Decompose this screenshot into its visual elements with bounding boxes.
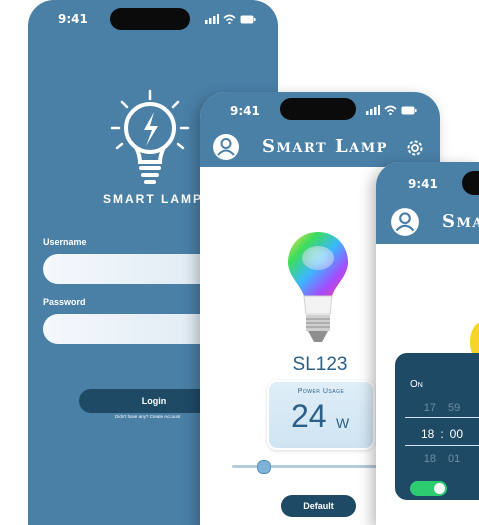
app-header: 9:41 Smart Lamp <box>200 92 440 167</box>
status-time: 9:41 <box>408 177 438 191</box>
hour-value: 17 <box>423 402 436 414</box>
settings-gear-icon[interactable] <box>405 138 425 158</box>
dynamic-island <box>280 98 356 120</box>
status-time: 9:41 <box>58 12 88 26</box>
color-bulb-icon <box>288 232 348 342</box>
dynamic-island <box>110 8 190 30</box>
app-title: Smart Lamp <box>262 136 388 157</box>
time-row-next[interactable]: 18 01 <box>407 453 477 465</box>
battery-icon <box>240 15 256 23</box>
status-icons <box>205 14 256 24</box>
signal-icon <box>205 14 219 24</box>
password-label: Password <box>43 297 86 307</box>
wifi-icon <box>223 14 236 24</box>
create-account-link[interactable]: Didn't have any? Create Account <box>115 414 180 419</box>
picker-divider <box>405 417 479 418</box>
power-unit: W <box>336 415 350 431</box>
timer-toggle[interactable] <box>410 481 447 496</box>
wifi-icon <box>384 105 397 115</box>
hour-value: 18 <box>423 453 436 465</box>
power-value: 24 <box>291 398 327 434</box>
timer-picker-card[interactable]: On 17 59 18 : 00 18 01 <box>395 353 479 500</box>
status-icons <box>366 105 417 115</box>
time-colon: : <box>440 427 444 441</box>
profile-icon[interactable] <box>212 133 240 161</box>
dynamic-island <box>462 171 479 195</box>
timer-on-label: On <box>410 379 423 390</box>
picker-divider <box>405 445 479 446</box>
minute-value: 01 <box>448 453 461 465</box>
power-usage-label: Power Usage <box>297 388 345 395</box>
signal-icon <box>366 105 380 115</box>
battery-icon <box>401 106 417 114</box>
minute-value: 00 <box>449 427 464 441</box>
time-row-prev[interactable]: 17 59 <box>407 402 477 414</box>
time-row-selected[interactable]: 18 : 00 <box>407 427 477 441</box>
username-label: Username <box>43 237 87 247</box>
timer-screen: 9:41 Sma On 17 59 18 : 00 18 01 <box>376 162 479 525</box>
hour-value: 18 <box>420 427 435 441</box>
minute-value: 59 <box>448 402 461 414</box>
profile-icon[interactable] <box>390 207 420 237</box>
app-title: Sma <box>442 211 479 232</box>
lamp-logo-icon <box>110 89 190 184</box>
brightness-slider-thumb[interactable] <box>257 460 272 474</box>
app-header: 9:41 Sma <box>376 162 479 244</box>
status-bar: 9:41 <box>28 0 278 40</box>
default-button[interactable]: Default <box>281 495 356 517</box>
status-time: 9:41 <box>230 104 260 118</box>
toggle-knob <box>434 483 445 494</box>
power-usage-card: Power Usage 24 W <box>267 380 375 450</box>
